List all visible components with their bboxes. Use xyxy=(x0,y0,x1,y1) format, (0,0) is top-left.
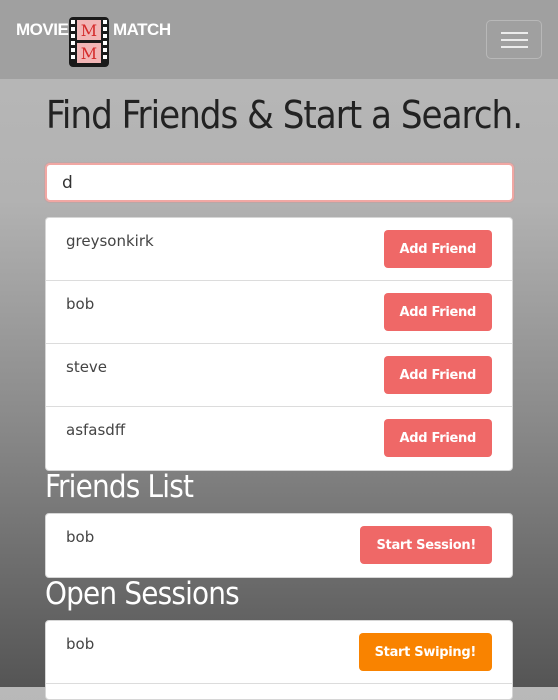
user-name: greysonkirk xyxy=(66,232,154,250)
open-sessions-list: bob Start Swiping! xyxy=(45,620,513,700)
friends-list-title: Friends List xyxy=(45,469,194,505)
add-friend-button[interactable]: Add Friend xyxy=(383,419,492,457)
navbar-toggle-button[interactable] xyxy=(486,20,542,59)
search-results-list: greysonkirk Add Friend bob Add Friend st… xyxy=(45,217,513,471)
list-item: bob Start Swiping! xyxy=(46,621,512,684)
logo-letter-top: M xyxy=(81,21,97,40)
start-swiping-button[interactable]: Start Swiping! xyxy=(358,633,492,671)
hamburger-icon-line xyxy=(501,46,528,48)
page-title: Find Friends & Start a Search. xyxy=(46,93,523,137)
list-item: asfasdff Add Friend xyxy=(46,407,512,470)
search-input[interactable] xyxy=(45,163,514,202)
friend-name: bob xyxy=(66,528,95,546)
add-friend-button[interactable]: Add Friend xyxy=(383,293,492,331)
session-name: bob xyxy=(66,635,95,653)
brand-text-movie: MOVIE xyxy=(16,20,69,39)
list-item: steve Add Friend xyxy=(46,344,512,407)
list-item: bob Start Session! xyxy=(46,514,512,577)
user-name: steve xyxy=(66,358,108,376)
hamburger-icon-line xyxy=(501,39,528,41)
brand-text-match: MATCH xyxy=(113,20,171,39)
add-friend-button[interactable]: Add Friend xyxy=(383,230,492,268)
user-name: asfasdff xyxy=(66,421,126,439)
start-session-button[interactable]: Start Session! xyxy=(360,526,492,564)
open-sessions-title: Open Sessions xyxy=(45,576,240,612)
list-item: greysonkirk Add Friend xyxy=(46,218,512,281)
navbar: MOVIE M M MATCH xyxy=(0,0,558,79)
list-item: bob Add Friend xyxy=(46,281,512,344)
friends-list: bob Start Session! xyxy=(45,513,513,578)
add-friend-button[interactable]: Add Friend xyxy=(383,356,492,394)
user-name: bob xyxy=(66,295,95,313)
logo-letter-bottom: M xyxy=(81,44,97,63)
hamburger-icon-line xyxy=(501,32,528,34)
film-reel-logo-icon: M M xyxy=(69,17,109,67)
